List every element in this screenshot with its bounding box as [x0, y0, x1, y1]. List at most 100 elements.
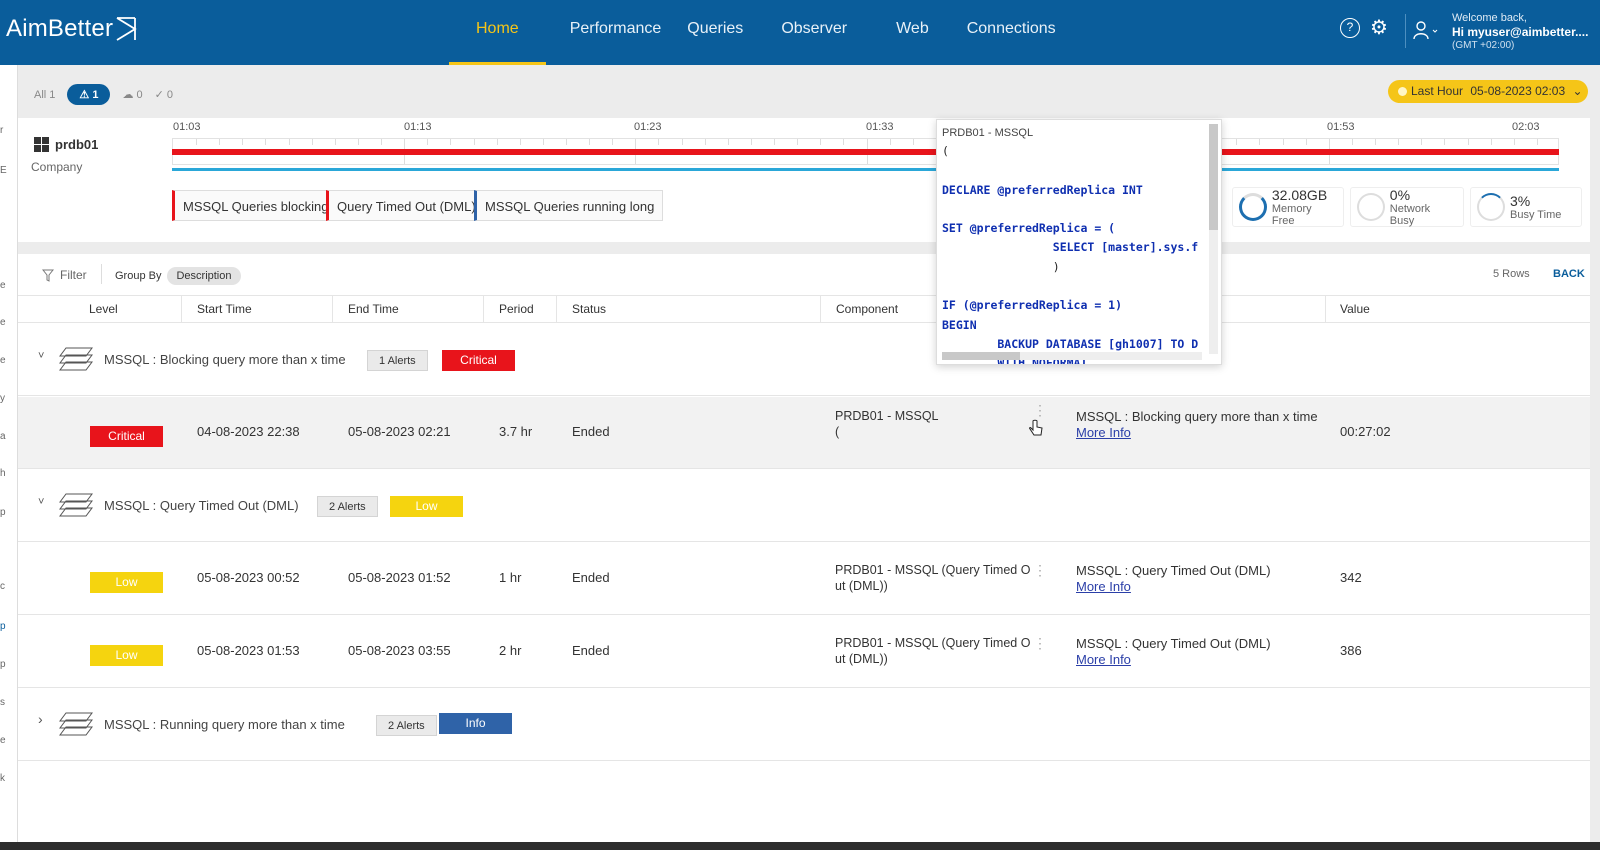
- col-status[interactable]: Status: [572, 302, 606, 316]
- more-info-link[interactable]: More Info: [1076, 425, 1131, 440]
- timezone-text: (GMT +02:00): [1452, 40, 1515, 51]
- value: 342: [1340, 570, 1362, 585]
- timeline-minor-tick: [589, 139, 591, 145]
- chevron-right-icon[interactable]: ›: [38, 711, 43, 727]
- kebab-menu-icon[interactable]: ⋮: [1033, 563, 1047, 577]
- severity-badge: Critical: [90, 426, 163, 447]
- kebab-menu-icon[interactable]: ⋮: [1033, 403, 1047, 417]
- tag-queries-blocking[interactable]: MSSQL Queries blocking: [172, 190, 338, 221]
- alert-description: MSSQL : Query Timed Out (DML): [1076, 636, 1271, 651]
- time-dot-icon: [1398, 87, 1407, 96]
- table-row[interactable]: Low 05-08-2023 00:52 05-08-2023 01:52 1 …: [18, 543, 1590, 615]
- nav-queries[interactable]: Queries: [687, 0, 743, 65]
- metric-memory-free[interactable]: 32.08GB Memory Free: [1232, 187, 1344, 227]
- col-separator: [1325, 296, 1326, 322]
- more-info-link[interactable]: More Info: [1076, 579, 1131, 594]
- severity-badge: Critical: [442, 350, 515, 371]
- back-button[interactable]: BACK: [1553, 268, 1585, 280]
- chevron-down-icon[interactable]: ˅: [38, 496, 44, 508]
- col-component[interactable]: Component: [836, 302, 898, 316]
- code-line: BACKUP DATABASE [gh1007] TO D: [942, 336, 1199, 351]
- timeline-alert-bar[interactable]: [172, 149, 1559, 155]
- topbar-divider: [1405, 14, 1406, 48]
- main-nav: Home Performance Queries Observer Web Co…: [449, 0, 1056, 65]
- timeline-minor-tick: [1305, 139, 1307, 145]
- timeline-minor-tick: [1444, 139, 1446, 145]
- table-row[interactable]: Critical 04-08-2023 22:38 05-08-2023 02:…: [18, 397, 1590, 469]
- timeline-tick: 01:23: [634, 121, 662, 133]
- group-title: MSSQL : Query Timed Out (DML): [104, 498, 299, 513]
- top-navbar: AimBetter Home Performance Queries Obser…: [0, 0, 1600, 65]
- gear-icon[interactable]: ⚙: [1370, 18, 1388, 38]
- metric-label: Memory Free: [1271, 202, 1312, 227]
- help-icon[interactable]: ?: [1340, 18, 1360, 38]
- timeline-minor-tick: [774, 139, 776, 145]
- nav-web[interactable]: Web: [896, 0, 929, 65]
- filter-alerts-count: 1: [92, 89, 99, 101]
- timeline-minor-tick: [542, 139, 544, 145]
- top-icons: ? ⚙: [1340, 18, 1388, 38]
- code-line: IF (@preferredReplica = 1): [942, 298, 1123, 313]
- component-line1: PRDB01 - MSSQL (Query Timed O: [835, 563, 1031, 577]
- group-by-chip[interactable]: Description: [167, 267, 241, 285]
- code-line: SELECT [master].sys.f: [942, 240, 1199, 255]
- nav-performance[interactable]: Performance: [570, 0, 662, 65]
- component-line1: PRDB01 - MSSQL: [835, 409, 939, 423]
- timeline-minor-tick: [565, 139, 567, 145]
- nav-observer[interactable]: Observer: [781, 0, 847, 65]
- timeline-minor-tick: [658, 139, 660, 145]
- code-line: ): [942, 259, 1060, 274]
- metric-value: 0%: [1389, 186, 1411, 203]
- metric-network-busy[interactable]: 0% Network Busy: [1350, 187, 1464, 227]
- group-by-control: Group By Description: [115, 267, 241, 285]
- status: Ended: [572, 643, 610, 658]
- app-logo[interactable]: AimBetter: [6, 15, 137, 43]
- col-end-time[interactable]: End Time: [348, 302, 399, 316]
- query-text-popup[interactable]: PRDB01 - MSSQL ( DECLARE @preferredRepli…: [936, 119, 1222, 365]
- chevron-down-icon: ⌄: [1572, 84, 1583, 98]
- col-period[interactable]: Period: [499, 302, 534, 316]
- user-icon[interactable]: [1413, 20, 1439, 43]
- col-value[interactable]: Value: [1340, 302, 1370, 316]
- timeline-minor-tick: [473, 139, 475, 145]
- alerts-count-badge: 2 Alerts: [317, 496, 378, 517]
- filter-cloud[interactable]: ☁ 0: [122, 88, 142, 101]
- popup-header: PRDB01 - MSSQL: [942, 127, 1034, 139]
- filter-resolved[interactable]: ✓ 0: [155, 88, 173, 101]
- timeline-tick: 01:03: [173, 121, 201, 133]
- network-ring-icon: [1357, 193, 1385, 221]
- col-level[interactable]: Level: [89, 302, 118, 316]
- col-separator: [820, 296, 821, 322]
- table-row[interactable]: Low 05-08-2023 01:53 05-08-2023 03:55 2 …: [18, 616, 1590, 688]
- kebab-menu-icon[interactable]: ⋮: [1033, 636, 1047, 650]
- more-info-link[interactable]: More Info: [1076, 652, 1131, 667]
- timeline-minor-tick: [1282, 139, 1284, 145]
- code-line: (: [942, 144, 949, 158]
- col-separator: [483, 296, 484, 322]
- filter-button[interactable]: Filter: [42, 268, 87, 282]
- metric-busy-time[interactable]: 3% Busy Time: [1470, 187, 1582, 227]
- code-line: DECLARE @preferredReplica INT: [942, 182, 1143, 197]
- nav-connections[interactable]: Connections: [967, 0, 1056, 65]
- nav-home[interactable]: Home: [449, 0, 546, 65]
- timeline-tick: 02:03: [1512, 121, 1540, 133]
- welcome-text: Welcome back,: [1452, 12, 1527, 24]
- col-start-time[interactable]: Start Time: [197, 302, 252, 316]
- group-by-label: Group By: [115, 270, 162, 282]
- group-row-timed-out[interactable]: ˅ MSSQL : Query Timed Out (DML) 2 Alerts…: [18, 470, 1590, 542]
- chevron-down-icon[interactable]: ˅: [38, 350, 44, 362]
- filter-alerts[interactable]: ⚠ 1: [67, 84, 111, 105]
- timeline-minor-tick: [357, 139, 359, 145]
- filter-all[interactable]: All 1: [34, 89, 55, 101]
- time-range-selector[interactable]: Last Hour 05-08-2023 02:03 ⌄: [1388, 80, 1588, 103]
- tag-queries-running-long[interactable]: MSSQL Queries running long: [474, 190, 664, 221]
- component-line2: ut (DML)): [835, 652, 888, 666]
- group-row-running-long[interactable]: › MSSQL : Running query more than x time…: [18, 689, 1590, 761]
- group-row-blocking[interactable]: ˅ MSSQL : Blocking query more than x tim…: [18, 324, 1590, 396]
- server-name[interactable]: prdb01: [34, 137, 98, 152]
- cloud-icon: ☁: [122, 89, 137, 101]
- user-greeting[interactable]: Welcome back, Hi myuser@aimbetter.... (G…: [1452, 11, 1588, 53]
- tag-query-timed-out[interactable]: Query Timed Out (DML): [326, 190, 485, 221]
- popup-horizontal-scroll-thumb[interactable]: [942, 352, 1020, 360]
- popup-vertical-scroll-thumb[interactable]: [1209, 124, 1218, 230]
